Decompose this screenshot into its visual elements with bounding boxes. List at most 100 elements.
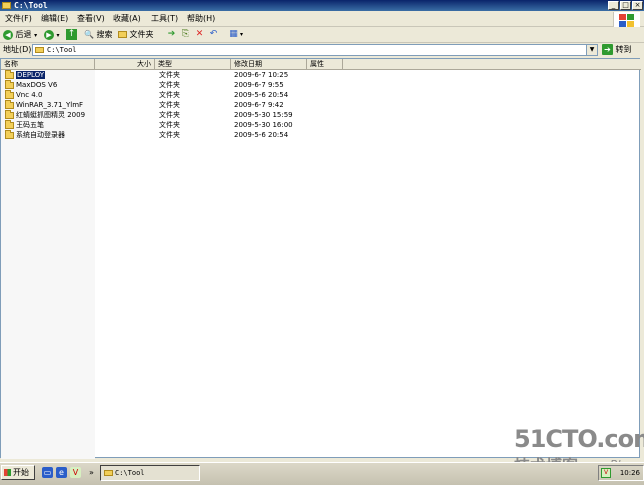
item-modified: 2009-6-7 10:25 [234, 71, 289, 79]
list-item[interactable]: 王码五笔 文件夹 2009-5-30 16:00 [1, 120, 641, 130]
search-label: 搜索 [96, 30, 113, 39]
folder-icon [5, 100, 14, 109]
item-name: DEPLOY [16, 71, 46, 79]
column-modified[interactable]: 修改日期 [231, 59, 307, 69]
search-icon: 🔍 [84, 30, 94, 39]
minimize-button[interactable]: _ [608, 1, 619, 10]
chevron-down-icon: ▾ [56, 32, 60, 39]
windows-logo-icon [4, 469, 11, 476]
chevron-down-icon: ▾ [34, 32, 38, 39]
item-type: 文件夹 [159, 71, 180, 79]
item-type: 文件夹 [159, 111, 180, 119]
folder-icon [5, 130, 14, 139]
item-modified: 2009-5-6 20:54 [234, 131, 289, 139]
folder-icon [2, 2, 11, 9]
address-value: C:\Tool [47, 46, 77, 54]
menu-help[interactable]: 帮助(H) [185, 12, 217, 26]
list-item[interactable]: 红蜻蜓抓图精灵 2009 文件夹 2009-5-30 15:59 [1, 110, 641, 120]
maximize-button[interactable]: □ [620, 1, 631, 10]
vnc-tray-icon[interactable]: V [601, 468, 611, 478]
start-button[interactable]: 开始 [1, 465, 35, 480]
views-icon[interactable]: ▦ [228, 29, 239, 40]
explorer-window: C:\Tool _ □ × 文件(F) 编辑(E) 查看(V) 收藏(A) 工具… [0, 0, 644, 462]
menu-view[interactable]: 查看(V) [75, 12, 107, 26]
item-name: MaxDOS V6 [16, 81, 58, 89]
list-header: 名称 大小 类型 修改日期 属性 [1, 59, 641, 70]
chevron-down-icon[interactable]: ▼ [586, 45, 597, 55]
item-modified: 2009-6-7 9:42 [234, 101, 284, 109]
task-title: C:\Tool [115, 469, 145, 477]
folders-button[interactable]: 文件夹 [118, 28, 154, 41]
folder-icon [5, 90, 14, 99]
undo-icon[interactable]: ↶ [208, 29, 219, 40]
chevron-down-icon[interactable]: ▾ [240, 28, 243, 41]
clock[interactable]: 10:26 [620, 466, 640, 480]
taskbar: 开始 ▭ e V » C:\Tool V 10:26 [0, 462, 644, 485]
item-type: 文件夹 [159, 131, 180, 139]
move-to-icon[interactable]: ➔ [166, 29, 177, 40]
file-list[interactable]: 名称 大小 类型 修改日期 属性 DEPLOY 文件夹 2009-6-7 10:… [0, 58, 641, 459]
window-title: C:\Tool [14, 1, 48, 10]
go-button[interactable]: ➔ 转到 [602, 44, 632, 56]
show-desktop-icon[interactable]: ▭ [42, 467, 53, 478]
folder-icon [118, 31, 127, 38]
item-modified: 2009-5-30 15:59 [234, 111, 293, 119]
windows-logo-icon [613, 12, 640, 28]
up-folder-button[interactable]: ↑ [66, 29, 77, 40]
item-type: 文件夹 [159, 121, 180, 129]
menu-bar: 文件(F) 编辑(E) 查看(V) 收藏(A) 工具(T) 帮助(H) [0, 12, 644, 27]
toolbar: ◀ 后退 ▾ ▶ ▾ ↑ 🔍 搜索 文件夹 ➔ ⎘ ✕ ↶ ▦ ▾ [0, 27, 644, 43]
vnc-icon[interactable]: V [70, 467, 81, 478]
system-tray: V 10:26 [598, 465, 644, 481]
chevron-right-icon[interactable]: » [86, 467, 97, 478]
column-type[interactable]: 类型 [155, 59, 231, 69]
item-modified: 2009-5-6 20:54 [234, 91, 289, 99]
list-item[interactable]: WinRAR_3.71_YlmF 文件夹 2009-6-7 9:42 [1, 100, 641, 110]
list-item[interactable]: MaxDOS V6 文件夹 2009-6-7 9:55 [1, 80, 641, 90]
menu-edit[interactable]: 编辑(E) [39, 12, 70, 26]
address-input[interactable]: C:\Tool ▼ [32, 44, 598, 56]
delete-icon[interactable]: ✕ [194, 29, 205, 40]
back-label: 后退 [15, 30, 32, 39]
item-name: 系统自动登录器 [16, 131, 65, 139]
folder-icon [5, 80, 14, 89]
watermark-site: 51CTO.com [514, 425, 644, 453]
column-name[interactable]: 名称 [1, 59, 95, 69]
menu-favorites[interactable]: 收藏(A) [111, 12, 143, 26]
column-size[interactable]: 大小 [95, 59, 155, 69]
list-item[interactable]: DEPLOY 文件夹 2009-6-7 10:25 [1, 70, 641, 80]
forward-button[interactable]: ▶ ▾ [44, 28, 60, 41]
folder-icon [104, 470, 113, 476]
item-name: 红蜻蜓抓图精灵 2009 [16, 111, 86, 119]
item-modified: 2009-5-30 16:00 [234, 121, 293, 129]
item-type: 文件夹 [159, 101, 180, 109]
address-label: 地址(D) [3, 45, 32, 54]
folder-icon [5, 70, 14, 79]
item-type: 文件夹 [159, 91, 180, 99]
task-explorer-window[interactable]: C:\Tool [100, 465, 200, 481]
go-label: 转到 [615, 45, 632, 54]
copy-to-icon[interactable]: ⎘ [180, 29, 191, 40]
menu-file[interactable]: 文件(F) [3, 12, 34, 26]
folders-label: 文件夹 [129, 30, 154, 39]
item-modified: 2009-6-7 9:55 [234, 81, 284, 89]
close-button[interactable]: × [632, 1, 643, 10]
menu-tools[interactable]: 工具(T) [149, 12, 180, 26]
item-name: Vnc 4.0 [16, 91, 43, 99]
folder-icon [5, 120, 14, 129]
address-bar: 地址(D) C:\Tool ▼ ➔ 转到 [0, 43, 644, 57]
list-item[interactable]: 系统自动登录器 文件夹 2009-5-6 20:54 [1, 130, 641, 140]
search-button[interactable]: 🔍 搜索 [84, 28, 113, 41]
forward-arrow-icon: ▶ [44, 29, 54, 40]
start-label: 开始 [13, 468, 29, 477]
folder-icon [5, 110, 14, 119]
title-bar[interactable]: C:\Tool _ □ × [0, 0, 644, 11]
item-type: 文件夹 [159, 81, 180, 89]
go-arrow-icon: ➔ [602, 44, 613, 55]
item-name: 王码五笔 [16, 121, 44, 129]
list-item[interactable]: Vnc 4.0 文件夹 2009-5-6 20:54 [1, 90, 641, 100]
internet-explorer-icon[interactable]: e [56, 467, 67, 478]
column-attributes[interactable]: 属性 [307, 59, 343, 69]
item-name: WinRAR_3.71_YlmF [16, 101, 84, 109]
back-button[interactable]: ◀ 后退 ▾ [3, 28, 37, 41]
